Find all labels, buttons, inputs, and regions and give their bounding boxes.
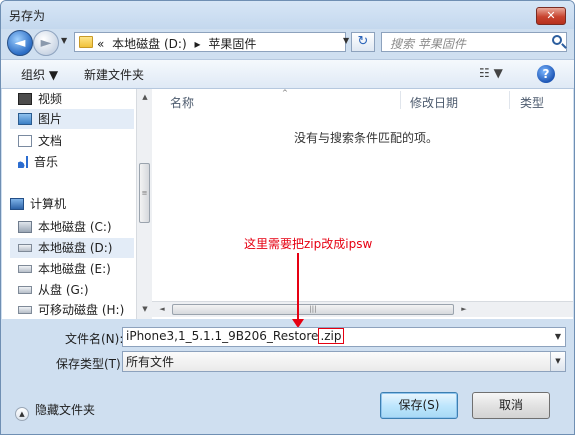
hide-folders-label: 隐藏文件夹 bbox=[35, 403, 96, 417]
sidebar-item-label: 从盘 (G:) bbox=[38, 283, 89, 297]
music-icon bbox=[18, 156, 28, 168]
file-list: 名称 ^ 修改日期 类型 没有与搜索条件匹配的项。 这里需要把zip改成ipsw… bbox=[152, 89, 573, 319]
organize-button[interactable]: 组织 ▼ bbox=[21, 66, 58, 83]
back-button[interactable]: ◄ bbox=[7, 30, 33, 56]
sidebar-item-label: 视频 bbox=[38, 92, 63, 106]
cancel-button[interactable]: 取消 bbox=[472, 392, 550, 419]
sidebar-item-label: 本地磁盘 (D:) bbox=[38, 241, 113, 255]
annotation-text: 这里需要把zip改成ipsw bbox=[244, 237, 373, 251]
toolbar: 组织 ▼ 新建文件夹 ☷ ▼ ? bbox=[1, 59, 574, 89]
save-as-dialog: 另存为 ✕ ◄ ► ▼ « 本地磁盘 (D:) ▸ 苹果固件 ↻ 搜索 苹果固件… bbox=[0, 0, 575, 435]
search-input[interactable]: 搜索 苹果固件 bbox=[381, 32, 567, 52]
chevron-down-icon[interactable]: ▼ bbox=[555, 332, 561, 341]
chevron-up-icon: ▲ bbox=[15, 407, 29, 421]
search-placeholder: 搜索 苹果固件 bbox=[390, 37, 466, 51]
close-button[interactable]: ✕ bbox=[536, 7, 566, 25]
sort-ascending-icon: ^ bbox=[282, 89, 288, 97]
sidebar-item-pictures[interactable]: 图片 bbox=[10, 109, 134, 129]
navigation-bar: ◄ ► ▼ « 本地磁盘 (D:) ▸ 苹果固件 ↻ 搜索 苹果固件 bbox=[1, 29, 574, 57]
filename-label: 文件名(N): bbox=[65, 332, 124, 346]
horizontal-scroll-thumb[interactable]: ||| bbox=[172, 304, 454, 315]
drive-icon bbox=[18, 244, 32, 252]
picture-icon bbox=[18, 113, 32, 125]
filetype-value: 所有文件 bbox=[126, 355, 175, 369]
sidebar-item-drive-c[interactable]: 本地磁盘 (C:) bbox=[18, 217, 112, 237]
search-icon[interactable] bbox=[552, 35, 562, 45]
sidebar-item-videos[interactable]: 视频 bbox=[18, 89, 62, 109]
filename-value: iPhone3,1_5.1.1_9B206_Restore .zip bbox=[126, 328, 344, 344]
breadcrumb-overflow[interactable]: « bbox=[97, 37, 104, 51]
video-icon bbox=[18, 93, 32, 105]
empty-results-message: 没有与搜索条件匹配的项。 bbox=[294, 131, 439, 145]
scroll-down-icon[interactable]: ▼ bbox=[139, 303, 151, 315]
sidebar-item-label: 图片 bbox=[38, 112, 63, 126]
sidebar-item-label: 本地磁盘 (C:) bbox=[38, 220, 112, 234]
sidebar-scroll-thumb[interactable]: ≡ bbox=[139, 163, 150, 223]
dialog-title: 另存为 bbox=[9, 9, 46, 23]
recent-pages-dropdown[interactable]: ▼ bbox=[61, 36, 71, 48]
breadcrumb-separator[interactable]: ▸ bbox=[194, 37, 200, 51]
breadcrumb: « 本地磁盘 (D:) ▸ 苹果固件 bbox=[97, 35, 260, 52]
computer-icon bbox=[10, 198, 24, 210]
filetype-select[interactable]: 所有文件 ▼ bbox=[122, 351, 566, 372]
column-divider[interactable] bbox=[400, 91, 401, 109]
filetype-label: 保存类型(T): bbox=[56, 357, 125, 371]
sidebar-item-drive-g[interactable]: 从盘 (G:) bbox=[18, 280, 89, 300]
help-icon[interactable]: ? bbox=[537, 65, 555, 83]
save-button[interactable]: 保存(S) bbox=[380, 392, 458, 419]
system-drive-icon bbox=[18, 221, 32, 233]
filename-extension-highlight: .zip bbox=[318, 328, 344, 344]
new-folder-button[interactable]: 新建文件夹 bbox=[84, 66, 144, 83]
sidebar-item-drive-d[interactable]: 本地磁盘 (D:) bbox=[10, 238, 134, 258]
scroll-left-icon[interactable]: ◄ bbox=[156, 303, 168, 315]
sidebar-scrollbar[interactable]: ▲ ≡ ▼ bbox=[136, 89, 152, 319]
hide-folders-toggle[interactable]: ▲ 隐藏文件夹 bbox=[15, 401, 95, 421]
column-header-type[interactable]: 类型 bbox=[520, 94, 544, 111]
horizontal-scrollbar[interactable]: ◄ ||| ► bbox=[152, 301, 573, 317]
column-divider[interactable] bbox=[509, 91, 510, 109]
sidebar-item-label: 计算机 bbox=[30, 197, 67, 211]
sidebar-item-label: 本地磁盘 (E:) bbox=[38, 262, 111, 276]
title-bar: 另存为 ✕ bbox=[1, 1, 574, 29]
sidebar-item-documents[interactable]: 文档 bbox=[18, 131, 62, 151]
filename-field[interactable]: iPhone3,1_5.1.1_9B206_Restore .zip ▼ bbox=[122, 327, 566, 347]
sidebar-item-label: 文档 bbox=[38, 134, 63, 148]
breadcrumb-current-folder[interactable]: 苹果固件 bbox=[208, 37, 256, 51]
sidebar-item-label: 可移动磁盘 (H:) bbox=[38, 303, 125, 317]
view-options-button[interactable]: ☷ ▼ bbox=[479, 66, 503, 80]
drive-icon bbox=[18, 265, 32, 273]
navigation-pane: 视频 图片 文档 音乐 计算机 本地磁盘 (C:) 本地磁盘 (D:) 本地磁盘… bbox=[2, 89, 152, 319]
sidebar-item-drive-e[interactable]: 本地磁盘 (E:) bbox=[18, 259, 111, 279]
sidebar-item-computer[interactable]: 计算机 bbox=[10, 194, 66, 214]
address-dropdown[interactable]: ▼ bbox=[343, 31, 355, 51]
column-header-modified[interactable]: 修改日期 bbox=[410, 94, 458, 111]
removable-drive-icon bbox=[18, 306, 32, 314]
sidebar-item-label: 音乐 bbox=[34, 155, 59, 169]
sidebar-item-drive-h[interactable]: 可移动磁盘 (H:) bbox=[18, 300, 124, 320]
scroll-up-icon[interactable]: ▲ bbox=[139, 91, 151, 103]
chevron-down-icon[interactable]: ▼ bbox=[550, 352, 565, 371]
folder-icon bbox=[79, 36, 93, 48]
browser-area: 视频 图片 文档 音乐 计算机 本地磁盘 (C:) 本地磁盘 (D:) 本地磁盘… bbox=[2, 89, 573, 319]
drive-icon bbox=[18, 286, 32, 294]
scroll-right-icon[interactable]: ► bbox=[458, 303, 470, 315]
column-header-name[interactable]: 名称 bbox=[170, 94, 194, 111]
sidebar-item-music[interactable]: 音乐 bbox=[18, 152, 58, 172]
document-icon bbox=[18, 135, 32, 147]
forward-button[interactable]: ► bbox=[33, 30, 59, 56]
filename-base: iPhone3,1_5.1.1_9B206_Restore bbox=[126, 329, 319, 343]
annotation-arrow bbox=[297, 253, 299, 323]
breadcrumb-drive-d[interactable]: 本地磁盘 (D:) bbox=[112, 37, 186, 51]
address-bar[interactable]: « 本地磁盘 (D:) ▸ 苹果固件 bbox=[74, 32, 346, 52]
